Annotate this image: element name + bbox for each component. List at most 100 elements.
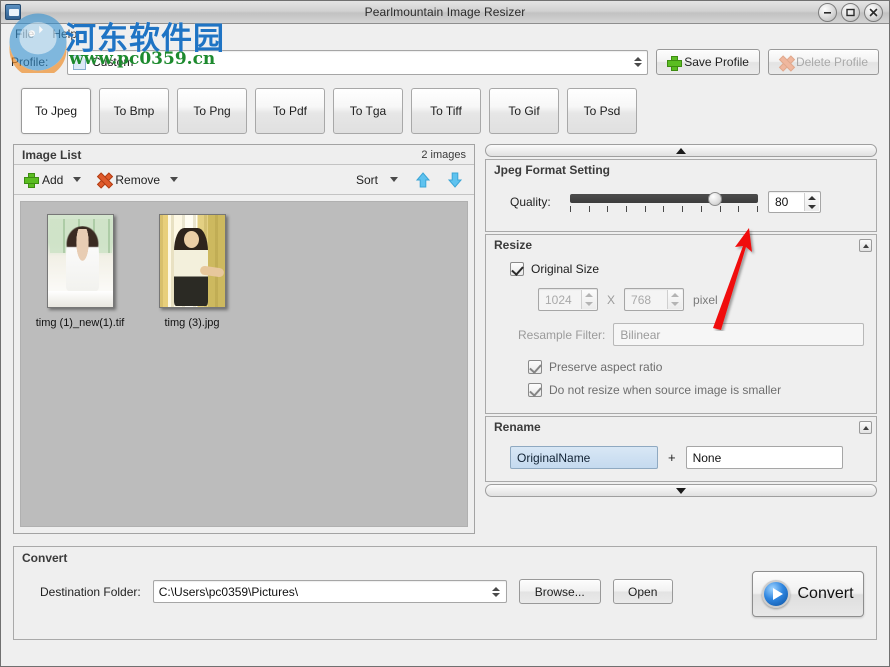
plus-icon — [24, 173, 39, 188]
width-increment-button[interactable] — [582, 290, 596, 300]
rename-pattern-combobox[interactable]: OriginalName — [510, 446, 658, 469]
maximize-button[interactable] — [841, 3, 860, 22]
close-button[interactable] — [864, 3, 883, 22]
destination-folder-spinner[interactable] — [489, 582, 504, 601]
move-down-button[interactable] — [446, 171, 464, 189]
resize-collapse-button[interactable] — [859, 239, 872, 252]
convert-button[interactable]: Convert — [752, 571, 864, 617]
cross-icon — [779, 56, 792, 69]
remove-label: Remove — [115, 172, 161, 187]
no-upscale-checkbox[interactable] — [528, 383, 542, 397]
format-button-bmp[interactable]: To Bmp — [99, 88, 169, 134]
format-button-gif[interactable]: To Gif — [489, 88, 559, 134]
profile-combobox[interactable]: Custom — [67, 49, 649, 75]
height-stepper[interactable] — [667, 290, 683, 310]
original-size-checkbox-row[interactable]: Original Size — [510, 262, 864, 276]
rename-body: OriginalName + None — [486, 436, 876, 481]
list-item[interactable]: timg (1)_new(1).tif — [36, 214, 124, 329]
profile-spinner[interactable] — [630, 52, 645, 73]
quality-stepper[interactable] — [804, 193, 819, 211]
save-profile-button[interactable]: Save Profile — [656, 49, 760, 75]
settings-scroll-up-button[interactable] — [485, 144, 877, 157]
thumbnail-filename: timg (1)_new(1).tif — [35, 317, 125, 329]
width-value: 1024 — [545, 292, 572, 307]
browse-button[interactable]: Browse... — [518, 579, 601, 604]
height-decrement-button[interactable] — [668, 300, 682, 310]
app-icon — [5, 4, 21, 20]
format-button-tiff[interactable]: To Tiff — [411, 88, 481, 134]
sort-dropdown-chevron-down-icon[interactable] — [390, 177, 398, 182]
sort-label[interactable]: Sort — [356, 173, 378, 187]
destination-folder-label: Destination Folder: — [40, 584, 141, 599]
preserve-aspect-label: Preserve aspect ratio — [549, 360, 663, 374]
quality-decrement-button[interactable] — [805, 202, 819, 211]
size-unit-label: pixel — [693, 292, 718, 307]
original-size-checkbox[interactable] — [510, 262, 524, 276]
main-content: Image List 2 images Add Remove Sort timg… — [1, 144, 889, 534]
delete-profile-label: Delete Profile — [795, 55, 868, 69]
profile-row: Profile: Custom Save Profile Delete Prof… — [1, 44, 889, 80]
delete-profile-button[interactable]: Delete Profile — [767, 49, 879, 75]
quality-slider[interactable] — [570, 191, 758, 213]
cross-icon — [97, 173, 110, 186]
image-list-toolbar: Add Remove Sort — [14, 165, 474, 195]
height-value: 768 — [631, 292, 652, 307]
document-icon — [73, 54, 86, 70]
no-upscale-checkbox-row[interactable]: Do not resize when source image is small… — [528, 383, 864, 397]
format-button-tga[interactable]: To Tga — [333, 88, 403, 134]
menu-item-help[interactable]: Help — [44, 25, 85, 43]
play-icon — [762, 580, 791, 608]
resample-filter-combobox[interactable]: Bilinear — [613, 323, 864, 346]
chevron-up-icon — [676, 147, 686, 154]
list-item[interactable]: timg (3).jpg — [155, 214, 229, 329]
height-input[interactable]: 768 — [624, 288, 685, 311]
add-button[interactable]: Add — [24, 173, 63, 188]
format-button-pdf[interactable]: To Pdf — [255, 88, 325, 134]
plus-icon — [667, 55, 683, 71]
rename-suffix-combobox[interactable]: None — [685, 446, 843, 469]
width-decrement-button[interactable] — [582, 300, 596, 310]
width-stepper[interactable] — [581, 290, 596, 309]
quality-value-input[interactable]: 80 — [768, 191, 821, 213]
open-button[interactable]: Open — [612, 579, 673, 604]
profile-value: Custom — [92, 55, 134, 69]
rename-collapse-button[interactable] — [859, 421, 872, 434]
format-button-jpeg[interactable]: To Jpeg — [21, 88, 91, 134]
thumbnail-filename: timg (3).jpg — [164, 317, 220, 329]
thumbnail-area[interactable]: timg (1)_new(1).tif timg (3).jpg — [20, 201, 468, 527]
slider-ticks — [570, 206, 758, 213]
resize-group: Resize Original Size 1024 X 768 pixel Re… — [485, 234, 877, 414]
size-row: 1024 X 768 pixel — [538, 288, 864, 311]
preserve-aspect-checkbox-row[interactable]: Preserve aspect ratio — [528, 360, 864, 374]
convert-group: Convert Destination Folder: C:\Users\pc0… — [13, 546, 877, 640]
add-dropdown-chevron-down-icon[interactable] — [73, 177, 82, 182]
original-size-label: Original Size — [531, 262, 600, 276]
slider-thumb[interactable] — [707, 192, 722, 206]
image-list-header: Image List 2 images — [14, 145, 474, 165]
minimize-button[interactable] — [818, 3, 837, 22]
resize-title: Resize — [494, 238, 533, 252]
remove-button[interactable]: Remove — [97, 173, 160, 187]
slider-track — [570, 194, 758, 203]
convert-title: Convert — [22, 551, 68, 565]
quality-row: Quality: 80 — [486, 179, 876, 231]
settings-scroll-down-button[interactable] — [485, 484, 877, 497]
menu-bar: File Help — [1, 24, 889, 44]
convert-button-label: Convert — [797, 585, 854, 602]
remove-dropdown-chevron-down-icon[interactable] — [170, 177, 179, 182]
title-bar: Pearlmountain Image Resizer — [1, 1, 889, 24]
move-up-button[interactable] — [414, 171, 432, 189]
format-button-psd[interactable]: To Psd — [567, 88, 637, 134]
image-list-title: Image List — [22, 147, 82, 162]
format-button-png[interactable]: To Png — [177, 88, 247, 134]
convert-body: Destination Folder: C:\Users\pc0359\Pict… — [14, 565, 876, 604]
height-increment-button[interactable] — [668, 290, 682, 300]
image-list-panel: Image List 2 images Add Remove Sort timg… — [13, 144, 475, 534]
quality-increment-button[interactable] — [805, 193, 819, 202]
preserve-aspect-checkbox[interactable] — [528, 360, 542, 374]
profile-label: Profile: — [11, 55, 49, 69]
destination-folder-input[interactable]: C:\Users\pc0359\Pictures\ — [152, 580, 507, 603]
menu-item-file[interactable]: File — [7, 25, 42, 43]
width-input[interactable]: 1024 — [538, 288, 598, 311]
no-upscale-label: Do not resize when source image is small… — [549, 383, 782, 397]
